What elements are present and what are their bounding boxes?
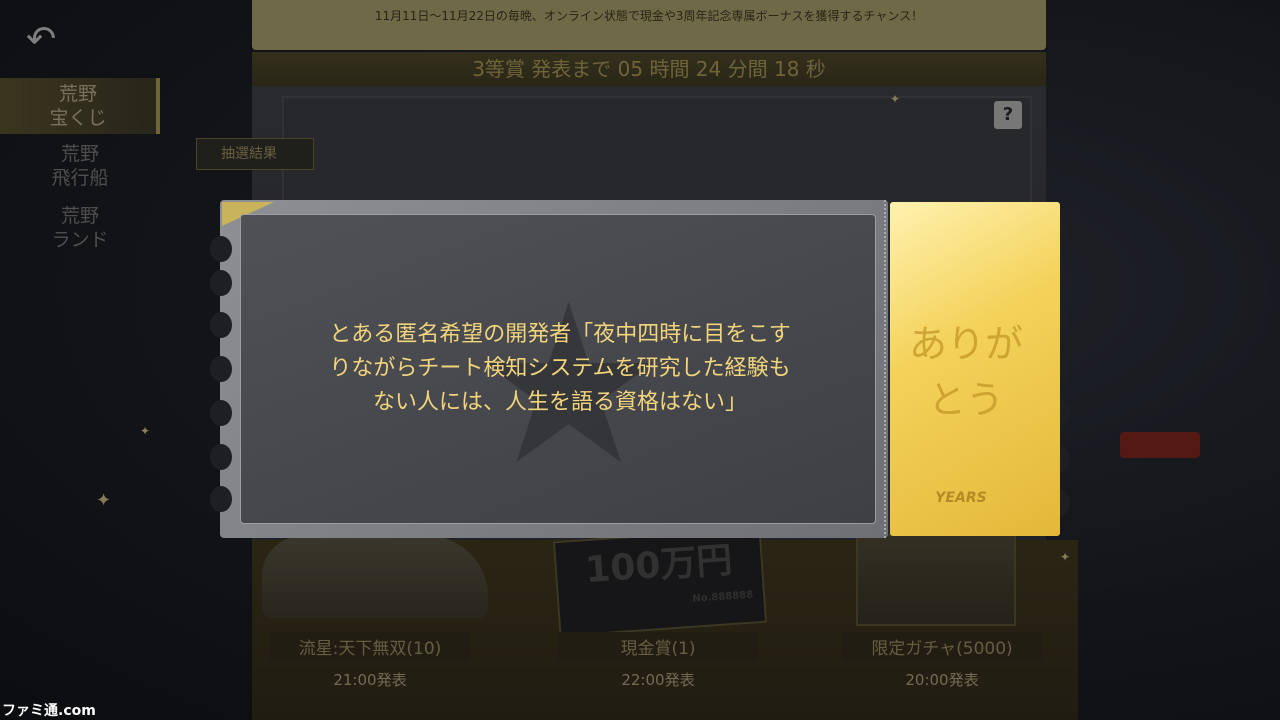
ticket-message-line: とある匿名希望の開発者「夜中四時に目をこす xyxy=(329,322,791,347)
ticket-stub-line: とう xyxy=(927,378,1004,422)
ticket-notch xyxy=(210,444,232,470)
ticket-message: とある匿名希望の開発者「夜中四時に目をこす りながらチート検知システムを研究した… xyxy=(270,318,850,420)
watermark: ファミ通.com xyxy=(2,703,96,719)
ticket-stub-text: ありが とう xyxy=(890,316,1042,428)
ticket-notch xyxy=(210,400,232,426)
logo-text: YEARS xyxy=(935,490,987,506)
ticket-notch xyxy=(210,270,232,296)
ticket-notch xyxy=(210,236,232,262)
ticket-notch xyxy=(210,356,232,382)
3-years-logo: YEARS xyxy=(906,480,1016,516)
ticket-message-line: りながらチート検知システムを研究した経験も xyxy=(329,356,791,381)
ticket-notch xyxy=(210,312,232,338)
ticket-notch xyxy=(210,486,232,512)
ticket-stub-line: ありが xyxy=(908,322,1023,366)
ticket-message-line: ない人には、人生を語る資格はない」 xyxy=(372,390,747,415)
